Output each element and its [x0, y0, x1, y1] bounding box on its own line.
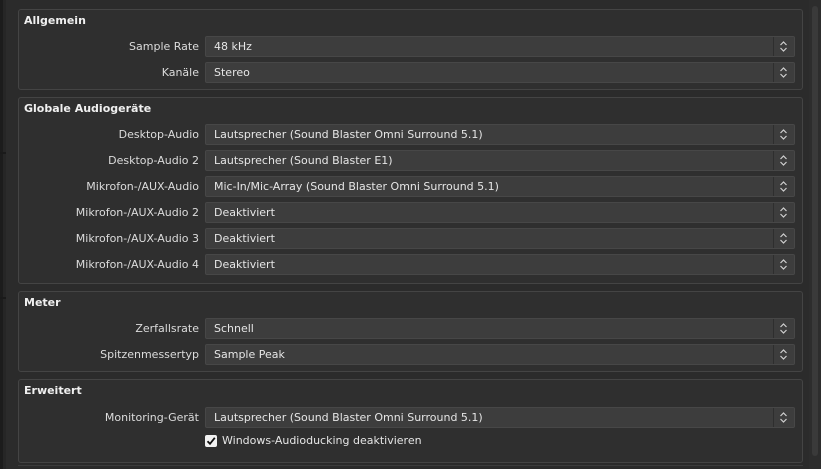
row-channels: Kanäle Stereo [19, 62, 802, 83]
decay-rate-value: Schnell [214, 322, 254, 335]
ducking-checkbox[interactable] [205, 435, 217, 447]
row-decay-rate: Zerfallsrate Schnell [19, 318, 802, 339]
mic-aux-audio-3-value: Deaktiviert [214, 232, 275, 245]
updown-chevron-icon [773, 125, 794, 144]
desktop-audio-2-value: Lautsprecher (Sound Blaster E1) [214, 154, 393, 167]
row-mic-aux-audio-4: Mikrofon-/AUX-Audio 4 Deaktiviert [19, 254, 802, 275]
row-mic-aux-audio-2: Mikrofon-/AUX-Audio 2 Deaktiviert [19, 202, 802, 223]
group-title-advanced: Erweitert [24, 384, 82, 397]
decay-rate-label: Zerfallsrate [135, 322, 199, 335]
desktop-audio-2-label: Desktop-Audio 2 [108, 154, 199, 167]
monitoring-device-value: Lautsprecher (Sound Blaster Omni Surroun… [214, 411, 483, 424]
sample-rate-select[interactable]: 48 kHz [205, 36, 795, 57]
mic-aux-audio-4-select[interactable]: Deaktiviert [205, 254, 795, 275]
mic-aux-audio-3-select[interactable]: Deaktiviert [205, 228, 795, 249]
sample-rate-value: 48 kHz [214, 40, 252, 53]
channels-value: Stereo [214, 66, 250, 79]
channels-select[interactable]: Stereo [205, 62, 795, 83]
left-panel-edge [0, 0, 6, 469]
group-global-audio-devices: Globale Audiogeräte Desktop-Audio Lautsp… [18, 97, 803, 284]
updown-chevron-icon [773, 203, 794, 222]
updown-chevron-icon [773, 229, 794, 248]
group-title-general: Allgemein [24, 14, 86, 27]
mic-aux-audio-4-value: Deaktiviert [214, 258, 275, 271]
updown-chevron-icon [773, 63, 794, 82]
mic-aux-audio-4-label: Mikrofon-/AUX-Audio 4 [75, 258, 199, 271]
updown-chevron-icon [773, 408, 794, 427]
updown-chevron-icon [773, 177, 794, 196]
mic-aux-audio-select[interactable]: Mic-In/Mic-Array (Sound Blaster Omni Sur… [205, 176, 795, 197]
updown-chevron-icon [773, 319, 794, 338]
peak-meter-type-label: Spitzenmessertyp [100, 348, 199, 361]
mic-aux-audio-value: Mic-In/Mic-Array (Sound Blaster Omni Sur… [214, 180, 499, 193]
row-sample-rate: Sample Rate 48 kHz [19, 36, 802, 57]
mic-aux-audio-label: Mikrofon-/AUX-Audio [86, 180, 199, 193]
mic-aux-audio-3-label: Mikrofon-/AUX-Audio 3 [75, 232, 199, 245]
monitoring-device-select[interactable]: Lautsprecher (Sound Blaster Omni Surroun… [205, 407, 795, 428]
desktop-audio-2-select[interactable]: Lautsprecher (Sound Blaster E1) [205, 150, 795, 171]
row-mic-aux-audio: Mikrofon-/AUX-Audio Mic-In/Mic-Array (So… [19, 176, 802, 197]
vertical-scrollbar[interactable] [809, 0, 821, 469]
mic-aux-audio-2-select[interactable]: Deaktiviert [205, 202, 795, 223]
row-mic-aux-audio-3: Mikrofon-/AUX-Audio 3 Deaktiviert [19, 228, 802, 249]
channels-label: Kanäle [161, 66, 199, 79]
decay-rate-select[interactable]: Schnell [205, 318, 795, 339]
checkmark-icon [206, 437, 216, 446]
row-desktop-audio-2: Desktop-Audio 2 Lautsprecher (Sound Blas… [19, 150, 802, 171]
monitoring-device-label: Monitoring-Gerät [104, 411, 199, 424]
mic-aux-audio-2-label: Mikrofon-/AUX-Audio 2 [75, 206, 199, 219]
desktop-audio-label: Desktop-Audio [118, 128, 199, 141]
desktop-audio-select[interactable]: Lautsprecher (Sound Blaster Omni Surroun… [205, 124, 795, 145]
row-monitoring-device: Monitoring-Gerät Lautsprecher (Sound Bla… [19, 407, 802, 428]
group-meter: Meter Zerfallsrate Schnell Spitzenmesser… [18, 291, 803, 372]
sample-rate-label: Sample Rate [129, 40, 199, 53]
desktop-audio-value: Lautsprecher (Sound Blaster Omni Surroun… [214, 128, 483, 141]
group-advanced: Erweitert Monitoring-Gerät Lautsprecher … [18, 379, 803, 463]
group-title-meter: Meter [24, 296, 61, 309]
group-title-global-audio-devices: Globale Audiogeräte [24, 102, 152, 115]
bottom-divider [18, 465, 803, 466]
updown-chevron-icon [773, 345, 794, 364]
scrollbar-thumb[interactable] [812, 6, 818, 456]
peak-meter-type-value: Sample Peak [214, 348, 285, 361]
peak-meter-type-select[interactable]: Sample Peak [205, 344, 795, 365]
row-desktop-audio: Desktop-Audio Lautsprecher (Sound Blaste… [19, 124, 802, 145]
updown-chevron-icon [773, 255, 794, 274]
ducking-checkbox-label: Windows-Audioducking deaktivieren [222, 434, 422, 447]
row-peak-meter-type: Spitzenmessertyp Sample Peak [19, 344, 802, 365]
updown-chevron-icon [773, 37, 794, 56]
updown-chevron-icon [773, 151, 794, 170]
mic-aux-audio-2-value: Deaktiviert [214, 206, 275, 219]
group-general: Allgemein Sample Rate 48 kHz Kanäle Ster… [18, 9, 803, 90]
